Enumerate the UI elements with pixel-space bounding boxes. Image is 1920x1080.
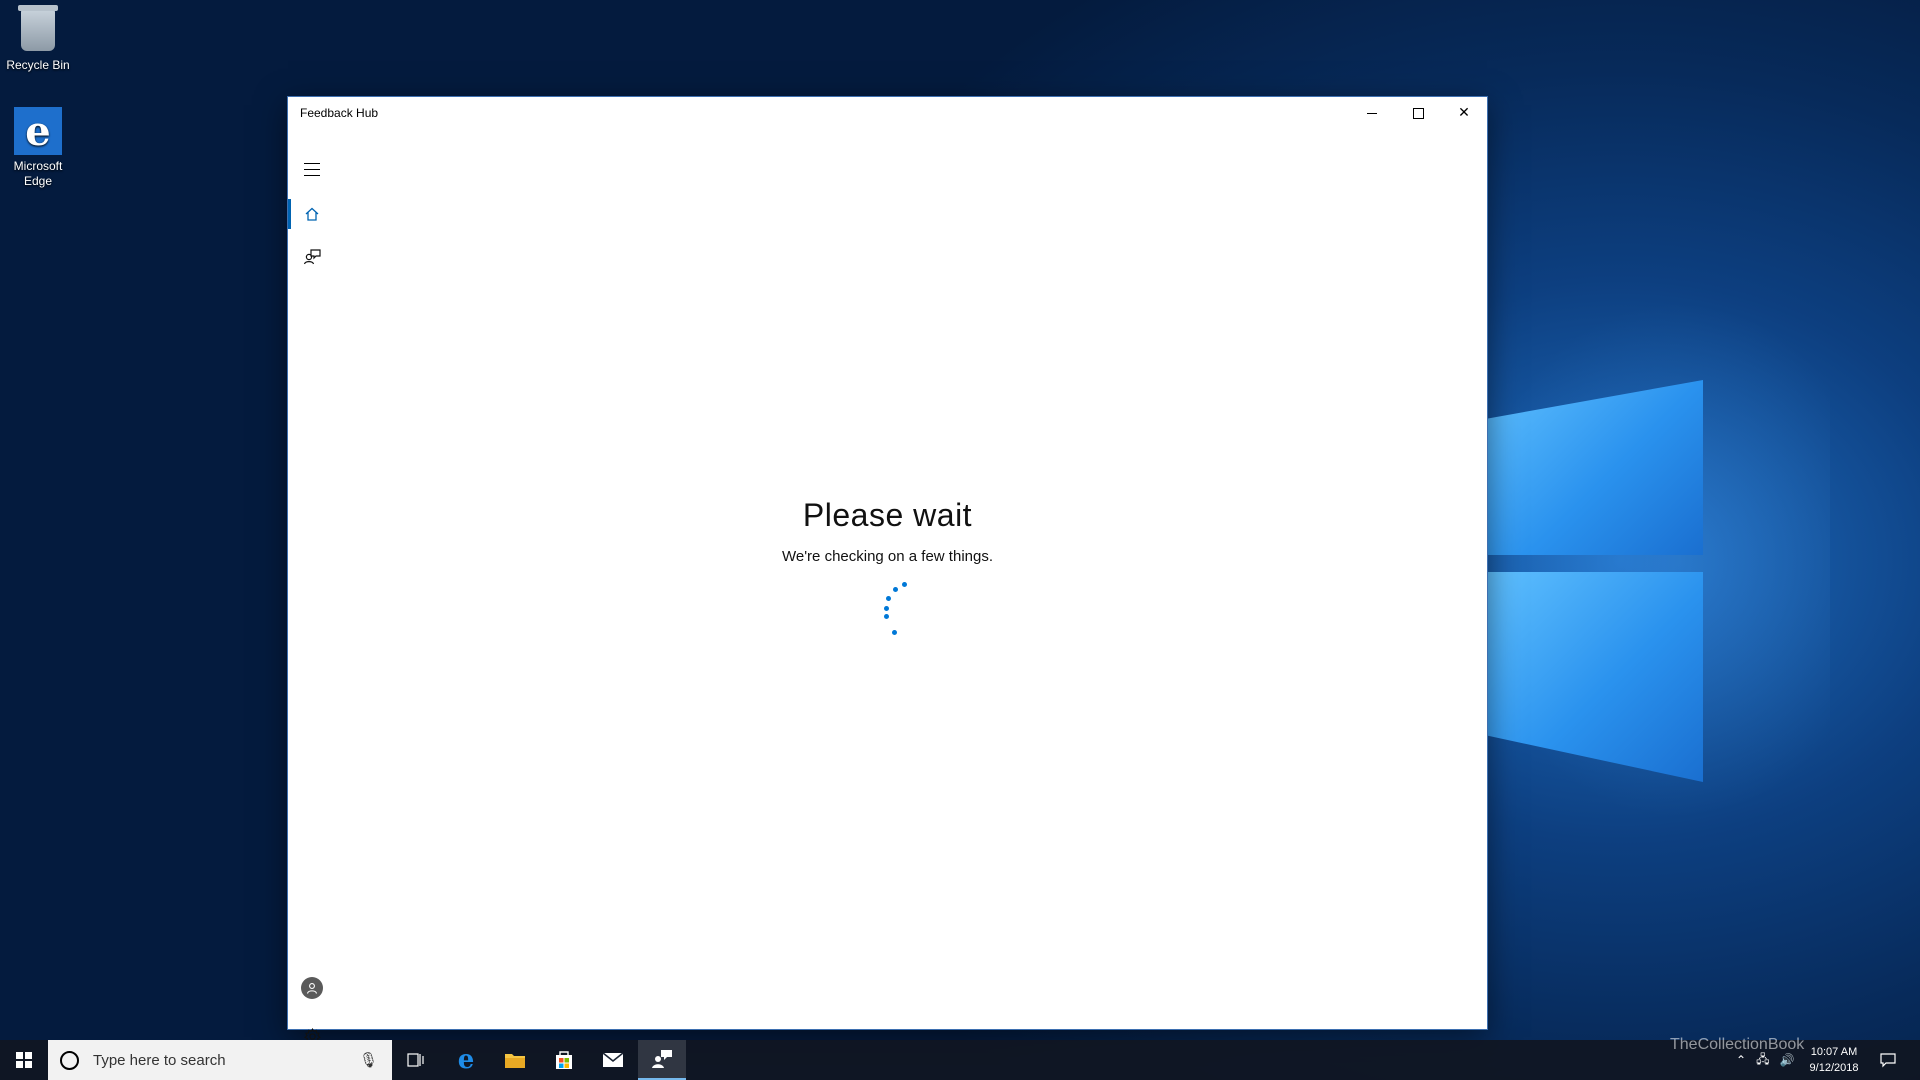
desktop-icon-edge[interactable]: e Microsoft Edge xyxy=(0,107,76,189)
nav-rail xyxy=(288,129,336,1044)
taskbar-feedback-hub-button[interactable] xyxy=(638,1040,686,1080)
recycle-bin-icon xyxy=(18,5,58,51)
microphone-icon[interactable]: 🎙 xyxy=(359,1051,378,1069)
page-subtitle: We're checking on a few things. xyxy=(781,548,994,565)
clock-date: 9/12/2018 xyxy=(1809,1062,1859,1074)
cortana-icon xyxy=(60,1050,79,1070)
title-bar[interactable]: Feedback Hub ✕ xyxy=(288,97,1487,129)
windows-start-icon xyxy=(16,1052,32,1068)
close-icon: ✕ xyxy=(1458,105,1470,121)
minimize-button[interactable] xyxy=(1349,97,1395,129)
task-view-icon xyxy=(407,1053,424,1067)
logo-pane-bottom xyxy=(1488,572,1703,782)
spinner-dot xyxy=(893,587,898,592)
spinner-dot xyxy=(886,596,891,601)
spinner-dot xyxy=(884,606,889,611)
maximize-icon xyxy=(1412,107,1424,119)
hamburger-menu-icon xyxy=(304,162,320,176)
windows-logo-wallpaper xyxy=(1488,340,1748,782)
spinner-dot xyxy=(892,630,897,635)
page-title: Please wait xyxy=(802,497,973,533)
edge-icon: e xyxy=(14,107,62,155)
desktop-icon-recycle-bin[interactable]: Recycle Bin xyxy=(0,5,76,73)
home-icon xyxy=(305,207,319,221)
minimize-icon xyxy=(1367,112,1377,114)
feedback-icon xyxy=(303,249,321,265)
nav-item-feedback[interactable] xyxy=(288,237,336,277)
desktop-icon-label: Microsoft Edge xyxy=(13,159,63,188)
task-view-button[interactable] xyxy=(392,1040,440,1080)
taskbar-search-box[interactable]: Type here to search 🎙 xyxy=(48,1040,392,1080)
logo-pane-top xyxy=(1488,380,1703,555)
search-placeholder: Type here to search xyxy=(93,1051,226,1069)
store-icon xyxy=(556,1051,572,1069)
taskbar: Type here to search 🎙 e ⌃ 🖧 🔊 10:07 AM 9… xyxy=(0,1040,1920,1080)
maximize-button[interactable] xyxy=(1395,97,1441,129)
taskbar-mail-button[interactable] xyxy=(589,1040,637,1080)
edge-icon: e xyxy=(457,1045,475,1075)
window-title: Feedback Hub xyxy=(300,106,379,120)
clock-time: 10:07 AM xyxy=(1810,1046,1858,1058)
taskbar-store-button[interactable] xyxy=(540,1040,588,1080)
spinner-dot xyxy=(884,614,889,619)
account-button[interactable] xyxy=(294,968,330,1008)
start-button[interactable] xyxy=(0,1040,48,1080)
hamburger-menu-button[interactable] xyxy=(288,149,336,189)
volume-icon[interactable]: 🔊 xyxy=(1779,1053,1794,1067)
desktop-icon-label: Recycle Bin xyxy=(6,58,70,72)
taskbar-file-explorer-button[interactable] xyxy=(491,1040,539,1080)
mail-icon xyxy=(602,1052,624,1067)
feedback-hub-window: Feedback Hub ✕ Please wait We're checkin… xyxy=(288,97,1487,1044)
action-center-icon xyxy=(1880,1053,1896,1068)
show-hidden-icons-icon[interactable]: ⌃ xyxy=(1736,1053,1746,1067)
file-explorer-icon xyxy=(505,1054,525,1068)
taskbar-clock[interactable]: 10:07 AM 9/12/2018 xyxy=(1800,1044,1868,1076)
action-center-button[interactable] xyxy=(1872,1040,1904,1080)
watermark-text: TheCollectionBook xyxy=(1670,1036,1805,1053)
spinner-dot xyxy=(902,582,907,587)
loading-spinner xyxy=(878,582,918,642)
nav-item-home[interactable] xyxy=(288,194,336,234)
close-button[interactable]: ✕ xyxy=(1441,97,1487,129)
taskbar-edge-button[interactable]: e xyxy=(442,1040,490,1080)
loading-panel: Please wait We're checking on a few thin… xyxy=(288,497,1487,565)
feedback-hub-icon xyxy=(652,1050,672,1068)
account-icon xyxy=(301,977,323,999)
